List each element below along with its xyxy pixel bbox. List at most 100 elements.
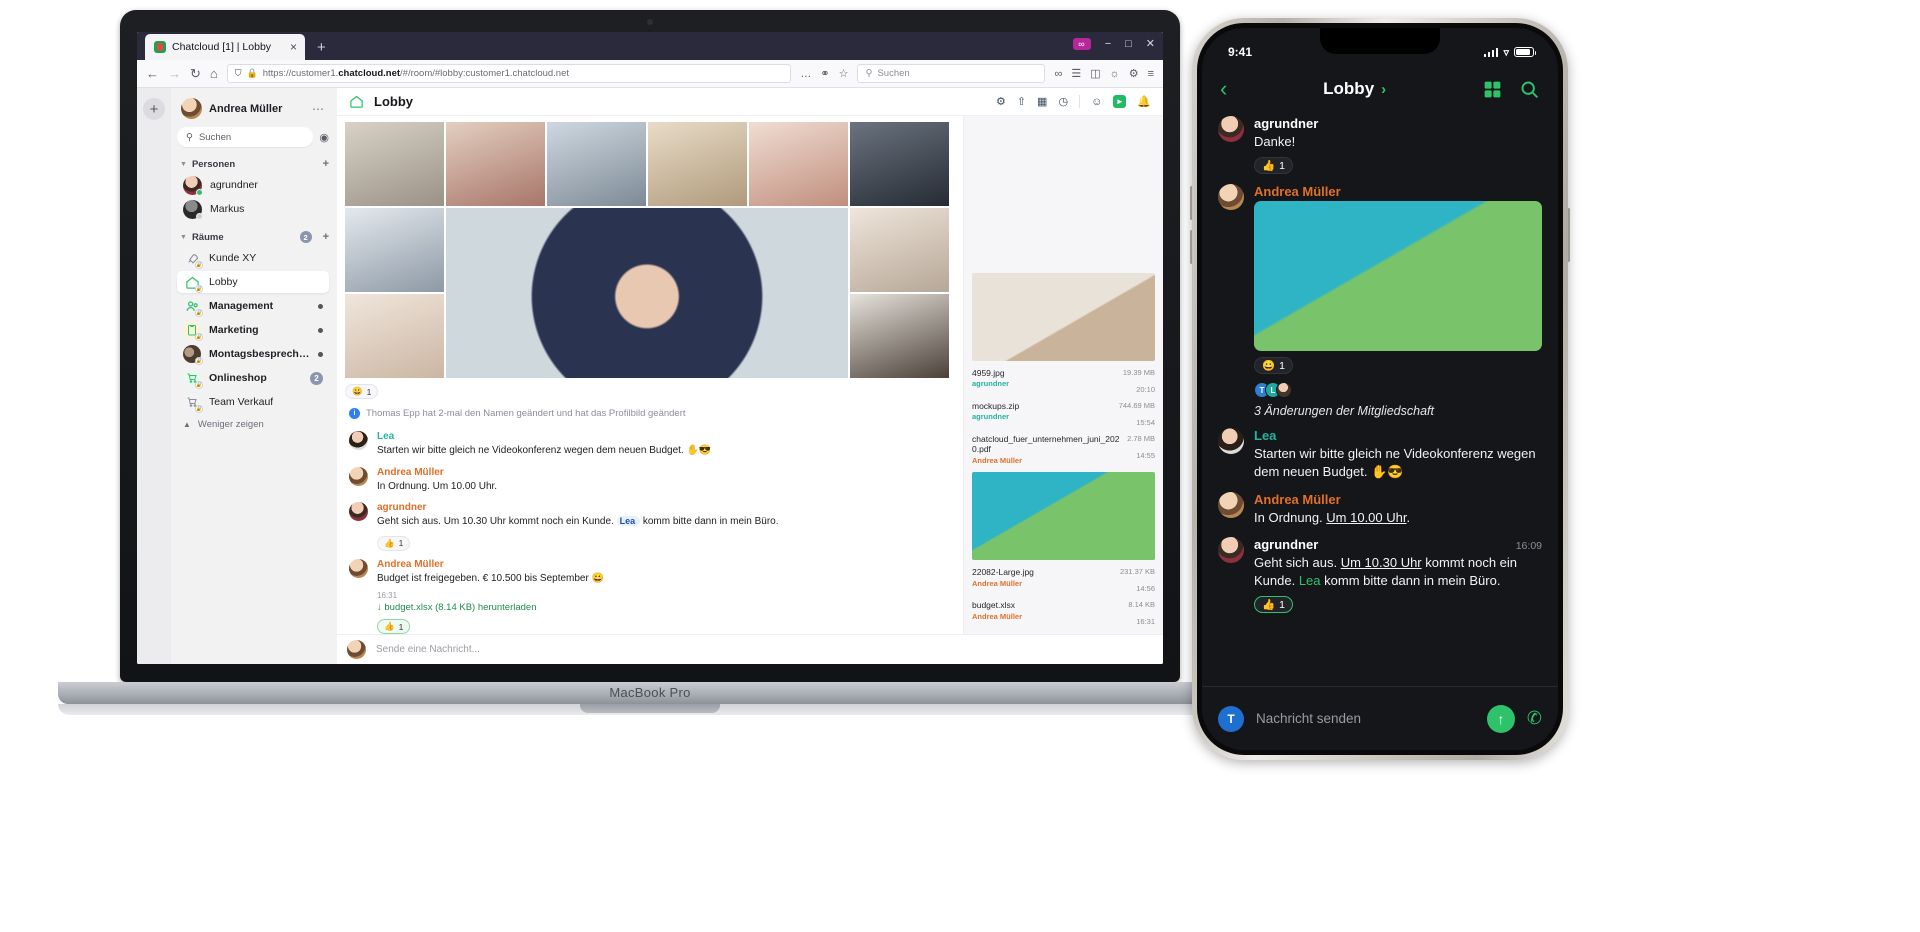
sidebar-item-markus[interactable]: Markus: [177, 198, 329, 220]
video-tile[interactable]: [850, 122, 949, 206]
video-tile[interactable]: [850, 208, 949, 292]
maximize-button[interactable]: □: [1125, 38, 1132, 50]
sidebar-item-management[interactable]: 🔒 Management: [177, 295, 329, 317]
avatar[interactable]: [1218, 428, 1244, 455]
phone-message-composer[interactable]: T Nachricht senden ↑ ✆: [1202, 686, 1558, 750]
avatar[interactable]: [1218, 116, 1244, 142]
search-input[interactable]: ⚲ Suchen: [177, 127, 314, 147]
reload-icon[interactable]: ↻: [190, 67, 201, 80]
avatar[interactable]: [1218, 536, 1244, 563]
message-reaction[interactable]: 👍 1: [377, 619, 411, 634]
current-user-row[interactable]: Andrea Müller ⋯: [177, 95, 329, 127]
sidebar-item-onlineshop[interactable]: 🔒 Onlineshop 2: [177, 367, 329, 389]
search-icon[interactable]: [1519, 79, 1540, 100]
avatar[interactable]: [349, 431, 368, 450]
section-header-personen[interactable]: ▼ Personen +: [180, 158, 329, 170]
clock-icon[interactable]: ◷: [1058, 95, 1068, 108]
pocket-icon[interactable]: ∞: [1073, 37, 1091, 50]
message-reaction[interactable]: 😀 1: [1254, 357, 1293, 375]
section-header-raeume[interactable]: ▼ Räume 2 +: [180, 231, 329, 243]
upload-icon[interactable]: ⇧: [1017, 95, 1026, 108]
avatar[interactable]: [349, 466, 368, 486]
message-reaction[interactable]: 👍 1: [1254, 157, 1293, 175]
file-row[interactable]: chatcloud_fuer_unternehmen_juni_2020.pdf…: [972, 434, 1155, 465]
add-space-button[interactable]: +: [143, 98, 165, 120]
user-mention[interactable]: Lea: [616, 516, 641, 526]
page-title[interactable]: Lobby ›: [1237, 79, 1472, 99]
video-tile[interactable]: [850, 294, 949, 378]
user-menu-icon[interactable]: ⋯: [312, 102, 325, 116]
video-conference-grid[interactable]: [345, 122, 949, 378]
video-icon[interactable]: ►: [1113, 95, 1127, 108]
message-reaction[interactable]: 👍 1: [1254, 596, 1293, 614]
sidebar-item-lobby[interactable]: 🔒 Lobby: [177, 271, 329, 293]
sidebar-item-marketing[interactable]: 🔒 Marketing: [177, 319, 329, 341]
home-icon[interactable]: ⌂: [210, 67, 218, 80]
library-icon[interactable]: ☰: [1071, 67, 1081, 80]
sidebar-item-agrundner[interactable]: agrundner: [177, 174, 329, 196]
browser-search-box[interactable]: ⚲ Suchen: [857, 64, 1046, 83]
file-download-link[interactable]: ↓ budget.xlsx (8.14 KB) herunterladen: [377, 602, 604, 613]
new-tab-button[interactable]: +: [317, 39, 326, 56]
video-tile[interactable]: [749, 122, 848, 206]
macbook-lid: Chatcloud [1] | Lobby × + ∞ − □ ✕ ← → ↻ …: [120, 10, 1180, 682]
star-icon[interactable]: ☆: [839, 67, 849, 80]
video-tile[interactable]: [345, 208, 444, 292]
user-mention[interactable]: Lea: [1299, 573, 1321, 588]
grid-icon[interactable]: [1482, 79, 1503, 100]
avatar[interactable]: [349, 558, 368, 578]
back-icon[interactable]: ←: [146, 67, 159, 80]
minimize-button[interactable]: −: [1105, 38, 1111, 50]
browser-tab[interactable]: Chatcloud [1] | Lobby ×: [145, 34, 305, 60]
file-thumbnail[interactable]: [972, 272, 1155, 361]
pocket-toolbar-icon[interactable]: ∞: [1054, 68, 1062, 80]
gear-icon[interactable]: ⚙: [996, 95, 1006, 108]
avatar[interactable]: [349, 502, 368, 521]
send-button[interactable]: ↑: [1486, 704, 1515, 733]
menu-icon[interactable]: ≡: [1148, 68, 1154, 80]
url-bar[interactable]: ⛉ 🔒 https://customer1.chatcloud.net/#/ro…: [226, 64, 792, 83]
sidebar-item-team-verkauf[interactable]: 🔒 Team Verkauf: [177, 391, 329, 413]
sidebar-item-montagsbesprechung[interactable]: 🔒 Montagsbesprechung: [177, 343, 329, 365]
call-icon[interactable]: ✆: [1527, 708, 1542, 729]
add-person-icon[interactable]: +: [323, 158, 329, 170]
system-message: i Thomas Epp hat 2-mal den Namen geänder…: [349, 408, 949, 419]
message-author: agrundner 16:09: [1254, 536, 1542, 552]
shield-icon[interactable]: ⛉: [235, 68, 242, 79]
video-tile-active-speaker[interactable]: [446, 208, 848, 378]
file-row[interactable]: budget.xlsx Andrea Müller 8.14 KB 16:31: [972, 600, 1155, 626]
message-reaction[interactable]: 😀 1: [345, 384, 379, 399]
close-window-button[interactable]: ✕: [1146, 37, 1155, 50]
account-icon[interactable]: ☼: [1110, 68, 1120, 80]
video-tile[interactable]: [547, 122, 646, 206]
video-tile[interactable]: [446, 122, 545, 206]
sidebar-icon[interactable]: ◫: [1090, 67, 1100, 80]
person-icon[interactable]: ☺: [1091, 96, 1102, 108]
file-thumbnail[interactable]: [972, 472, 1155, 560]
search-icon: ⚲: [865, 68, 873, 79]
avatar[interactable]: [1218, 184, 1244, 211]
avatar[interactable]: [1218, 491, 1244, 518]
bookmark-shield-icon[interactable]: ⚭: [820, 67, 829, 80]
file-row[interactable]: 4959.jpg agrundner 19.39 MB 20:10: [972, 368, 1155, 394]
video-tile[interactable]: [648, 122, 747, 206]
grid-icon[interactable]: ▦: [1037, 95, 1047, 108]
video-tile[interactable]: [345, 122, 444, 206]
reaction-count: 1: [366, 386, 372, 397]
bell-icon[interactable]: 🔔: [1137, 95, 1151, 108]
show-less-button[interactable]: ▲ Weniger zeigen: [183, 419, 329, 430]
file-row[interactable]: mockups.zip agrundner 744.69 MB 15:54: [972, 401, 1155, 427]
settings-icon[interactable]: ⚙: [1129, 67, 1139, 80]
file-row[interactable]: 22082-Large.jpg Andrea Müller 231.37 KB …: [972, 567, 1155, 593]
message-reaction[interactable]: 👍 1: [377, 535, 411, 551]
close-tab-icon[interactable]: ×: [290, 41, 297, 53]
message-composer[interactable]: Sende eine Nachricht...: [337, 634, 1163, 664]
message-image[interactable]: [1254, 201, 1542, 352]
explore-rooms-icon[interactable]: ◉: [319, 131, 329, 144]
add-room-icon[interactable]: +: [323, 231, 329, 243]
back-icon[interactable]: ‹: [1220, 78, 1227, 100]
sidebar-item-kunde-xy[interactable]: 🔒 Kunde XY: [177, 247, 329, 269]
more-icon[interactable]: …: [800, 68, 811, 80]
forward-icon[interactable]: →: [168, 67, 181, 80]
video-tile[interactable]: [345, 294, 444, 378]
